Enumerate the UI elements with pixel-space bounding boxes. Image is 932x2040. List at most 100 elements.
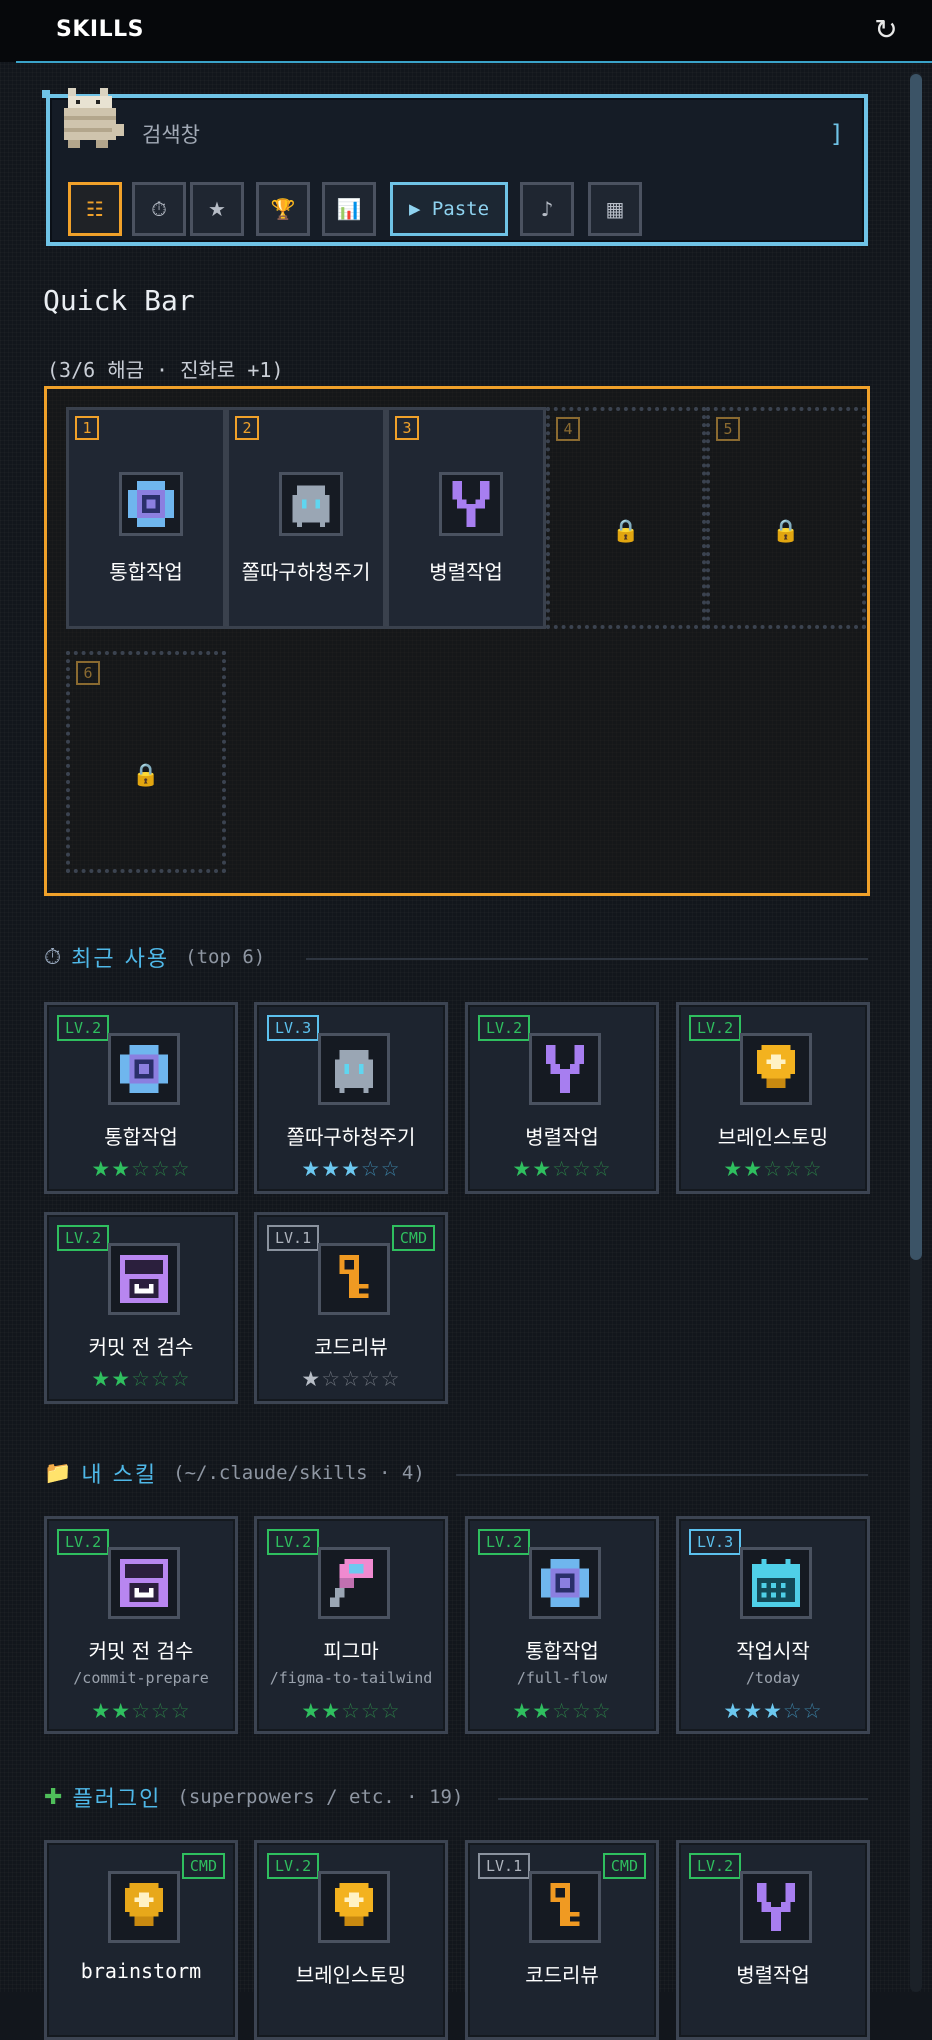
level-badge: LV.2: [57, 1529, 110, 1555]
refresh-icon[interactable]: ↻: [870, 14, 902, 46]
skill-card[interactable]: LV.2 브레인스토밍 ★★☆☆☆: [676, 1002, 870, 1194]
fork-icon: [529, 1033, 601, 1105]
skill-card[interactable]: LV.2 커밋 전 검수 ★★☆☆☆: [44, 1212, 238, 1404]
ghost-icon: [318, 1033, 390, 1105]
skill-command-path: /figma-to-tailwind: [269, 1669, 433, 1687]
skill-card[interactable]: LV.2 통합작업 ★★☆☆☆: [44, 1002, 238, 1194]
quickbar-slot[interactable]: 3 병렬작업: [386, 407, 546, 629]
level-badge: LV.1: [478, 1853, 531, 1879]
chart-icon: 📊: [336, 197, 362, 221]
orbit-icon: [529, 1547, 601, 1619]
slot-number: 4: [556, 417, 580, 441]
grid-button[interactable]: ▦: [588, 182, 642, 236]
cmd-badge: CMD: [391, 1225, 435, 1251]
key-icon: [318, 1243, 390, 1315]
header-divider: [16, 61, 932, 63]
quickbar-slot[interactable]: 1 통합작업: [66, 407, 226, 629]
plugin-name: 브레인스토밍: [295, 1963, 407, 1987]
skill-name: 통합작업: [104, 1125, 178, 1149]
inbox-icon: [108, 1547, 180, 1619]
slot-number: 6: [76, 661, 100, 685]
search-input[interactable]: [142, 118, 802, 152]
skill-name: 코드리뷰: [314, 1335, 388, 1359]
skill-name: 쫄따구하청주기: [286, 1125, 416, 1149]
level-badge: LV.2: [478, 1015, 531, 1041]
inbox-icon: [108, 1243, 180, 1315]
my-skills-subtitle: (~/.claude/skills · 4): [173, 1462, 425, 1484]
level-badge: LV.3: [689, 1529, 742, 1555]
skill-card[interactable]: LV.2 피그마 /figma-to-tailwind ★★☆☆☆: [254, 1516, 448, 1734]
quickbar-slot[interactable]: 2 쫄따구하청주기: [226, 407, 386, 629]
skill-card[interactable]: LV.3 작업시작 /today ★★★☆☆: [676, 1516, 870, 1734]
skill-card[interactable]: LV.2 통합작업 /full-flow ★★☆☆☆: [465, 1516, 659, 1734]
my-skills-section-header: 📁 내 스킬 (~/.claude/skills · 4): [44, 1458, 425, 1489]
favorites-button[interactable]: ★: [190, 182, 244, 236]
plugin-card[interactable]: LV.2 브레인스토밍: [254, 1840, 448, 2040]
skill-name: 통합작업: [525, 1639, 599, 1663]
section-divider: [456, 1474, 868, 1476]
skill-command-path: /today: [745, 1669, 801, 1687]
search-panel: ] ☷ ⏱ ★ 🏆 📊 ▶ Paste ♪ ▦: [42, 88, 868, 246]
stopwatch-icon: ⏱: [44, 944, 62, 970]
skill-name: 피그마: [323, 1639, 379, 1663]
quickbar-slot-locked: 5 🔒: [706, 407, 866, 629]
level-badge: LV.2: [267, 1853, 320, 1879]
scrollbar-thumb[interactable]: [910, 74, 922, 1260]
skill-card[interactable]: LV.1 CMD 코드리뷰 ★☆☆☆☆: [254, 1212, 448, 1404]
timer-button[interactable]: ⏱: [132, 182, 186, 236]
grid-icon: ▦: [605, 197, 625, 221]
plugin-card[interactable]: LV.1 CMD 코드리뷰: [465, 1840, 659, 2040]
slot-label: 쫄따구하청주기: [241, 560, 371, 584]
quickbar-slot-locked: 4 🔒: [546, 407, 706, 629]
skill-name: 작업시작: [736, 1639, 810, 1663]
skill-name: 병렬작업: [525, 1125, 599, 1149]
quickbar: 1 통합작업 2 쫄따구하청주기 3 병렬작업 4 🔒 5 🔒 6 🔒: [44, 386, 870, 896]
plugin-card[interactable]: CMD brainstorm: [44, 1840, 238, 2040]
level-badge: LV.2: [478, 1529, 531, 1555]
list-icon: ☷: [86, 197, 104, 221]
plugin-name: 병렬작업: [736, 1963, 810, 1987]
slot-label: 통합작업: [109, 560, 183, 584]
search-bracket: ]: [829, 120, 844, 148]
folder-icon: 📁: [44, 1460, 72, 1486]
skill-card[interactable]: LV.2 병렬작업 ★★☆☆☆: [465, 1002, 659, 1194]
orbit-icon: [119, 472, 183, 536]
level-badge: LV.1: [267, 1225, 320, 1251]
star-icon: ★: [208, 197, 226, 221]
lock-icon: 🔒: [612, 519, 640, 544]
pixel-cat-icon: [64, 88, 124, 148]
list-view-button[interactable]: ☷: [68, 182, 122, 236]
star-rating: ★★☆☆☆: [91, 1699, 191, 1723]
trophy-button[interactable]: 🏆: [256, 182, 310, 236]
plugin-card[interactable]: LV.2 병렬작업: [676, 1840, 870, 2040]
skill-name: 커밋 전 검수: [88, 1335, 194, 1359]
lock-icon: 🔒: [132, 763, 160, 788]
ghost-icon: [279, 472, 343, 536]
plugins-title: 플러그인: [72, 1787, 162, 1812]
trophy-icon: 🏆: [270, 197, 296, 221]
app-header: SKILLS ↻: [0, 0, 932, 63]
quickbar-title: Quick Bar: [43, 284, 195, 317]
fork-icon: [740, 1871, 812, 1943]
music-button[interactable]: ♪: [520, 182, 574, 236]
bulb-icon: [740, 1033, 812, 1105]
skill-card[interactable]: LV.2 커밋 전 검수 /commit-prepare ★★☆☆☆: [44, 1516, 238, 1734]
level-badge: LV.2: [57, 1225, 110, 1251]
star-rating: ★★☆☆☆: [301, 1699, 401, 1723]
star-rating: ★★★☆☆: [301, 1157, 401, 1181]
lock-icon: 🔒: [772, 519, 800, 544]
paste-button[interactable]: ▶ Paste: [390, 182, 508, 236]
level-badge: LV.2: [267, 1529, 320, 1555]
calendar-icon: [740, 1547, 812, 1619]
music-icon: ♪: [540, 197, 554, 221]
skill-command-path: /full-flow: [516, 1669, 608, 1687]
puzzle-icon: ✚: [44, 1784, 63, 1810]
recent-title: 최근 사용: [71, 947, 170, 972]
fork-icon: [439, 472, 503, 536]
brush-icon: [318, 1547, 390, 1619]
slot-number: 5: [716, 417, 740, 441]
recent-subtitle: (top 6): [185, 946, 266, 968]
stats-button[interactable]: 📊: [322, 182, 376, 236]
skill-card[interactable]: LV.3 쫄따구하청주기 ★★★☆☆: [254, 1002, 448, 1194]
level-badge: LV.2: [689, 1015, 742, 1041]
